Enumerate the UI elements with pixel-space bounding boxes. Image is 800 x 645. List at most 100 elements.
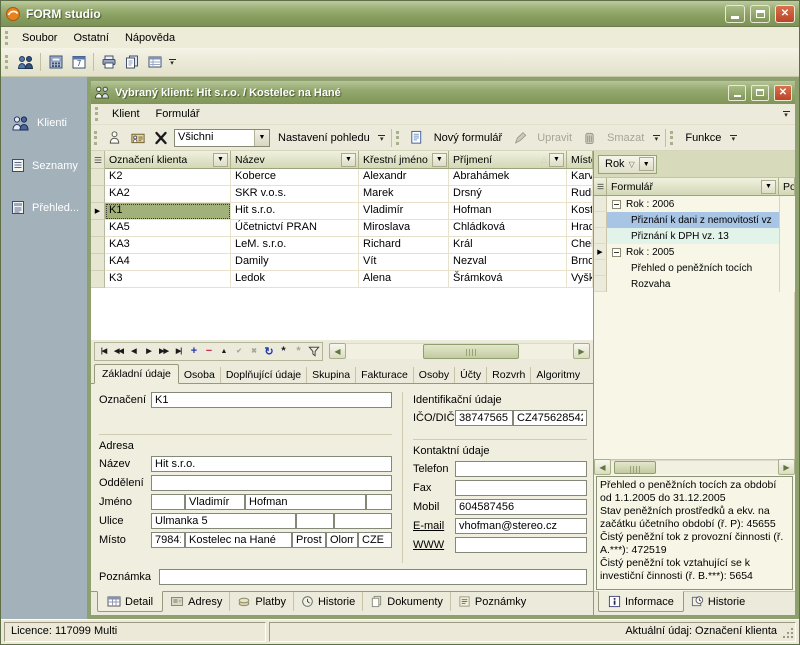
misto-field[interactable] [185,532,292,548]
tab-platby[interactable]: Platby [230,592,294,611]
ulice-field[interactable] [151,513,296,529]
table-row[interactable]: KA5 Účetnictví PRAN Miroslava Chládková … [91,220,593,237]
maximize-button[interactable] [750,5,770,23]
tab-historie-panel[interactable]: Historie [684,592,752,611]
dic-field[interactable] [513,410,587,426]
menubar-overflow-icon[interactable]: ▾ [780,104,792,124]
jmeno-field[interactable] [185,494,245,510]
scroll-left-icon[interactable]: ◀ [329,343,346,359]
tree-item-row-selected[interactable]: Přiznání k dani z nemovitostí vz [594,212,795,228]
stat-field[interactable] [358,532,392,548]
menu-napoveda[interactable]: Nápověda [117,29,183,47]
table-row[interactable]: KA3 LeM. s.r.o. Richard Král Cheb [91,237,593,254]
filter-funnel-icon[interactable] [306,343,321,359]
list-icon[interactable] [143,51,166,74]
toolbar-grip[interactable] [670,131,675,145]
menu-soubor[interactable]: Soubor [14,29,65,47]
copy-icon[interactable] [120,51,143,74]
nav-delete-icon[interactable]: − [201,343,216,359]
tab-algoritmy[interactable]: Algoritmy [531,367,585,383]
tab-historie[interactable]: Historie [294,592,363,611]
calculator-icon[interactable] [44,51,67,74]
okres-field[interactable] [292,532,326,548]
tab-zakladni-udaje[interactable]: Základní údaje [94,364,179,384]
new-form-icon[interactable] [405,126,428,149]
email-link-label[interactable]: E-mail [413,520,455,532]
psc-field[interactable] [151,532,185,548]
person-icon[interactable] [103,126,126,149]
toolbar-overflow-icon[interactable]: ▾ [650,128,662,148]
print-icon[interactable] [97,51,120,74]
nav-next-page-icon[interactable]: ▶▶ [156,343,171,359]
nav-first-icon[interactable]: |◀ [96,343,111,359]
resize-grip[interactable] [783,628,795,640]
table-row-selected[interactable]: ▶ K1 Hit s.r.o. Vladimír Hofman Kost [91,203,593,220]
tree-item-row[interactable]: Přiznání k DPH vz. 13 [594,228,795,244]
scroll-left-icon[interactable]: ◀ [594,459,611,475]
table-row[interactable]: KA4 Damily Vít Nezval Brno [91,254,593,271]
tab-fakturace[interactable]: Fakturace [356,367,414,383]
menubar-grip[interactable] [95,107,100,121]
grid-corner-icon[interactable] [594,178,607,196]
child-minimize-button[interactable] [728,85,746,101]
toolbar-overflow-icon[interactable]: ▾ [166,52,178,72]
www-link-label[interactable]: WWW [413,539,455,551]
edit-button[interactable]: Upravit [531,130,578,146]
close-button[interactable]: ✕ [775,5,795,23]
grid-horizontal-scrollbar[interactable]: ◀ ▶ [329,343,590,359]
clients-icon[interactable] [14,51,37,74]
email-field[interactable] [455,518,587,534]
nav-edit-icon[interactable]: ▲ [216,343,231,359]
table-row[interactable]: K3 Ledok Alena Šrámková Vyšk [91,271,593,288]
tab-informace[interactable]: Informace [598,591,684,612]
scroll-thumb[interactable] [614,461,656,474]
filter-arrow-icon[interactable]: ▼ [341,153,356,167]
cp-field[interactable] [296,513,334,529]
tab-poznamky[interactable]: Poznámky [451,592,533,611]
nav-next-icon[interactable]: ▶ [141,343,156,359]
nav-prev-icon[interactable]: ◀ [126,343,141,359]
nav-prev-page-icon[interactable]: ◀◀ [111,343,126,359]
toolbar-overflow-icon[interactable]: ▾ [376,128,388,148]
telefon-field[interactable] [455,461,587,477]
nazev-field[interactable] [151,456,392,472]
tab-osoby[interactable]: Osoby [414,367,455,383]
nav-cancel-icon[interactable]: ✖ [246,343,261,359]
tab-skupina[interactable]: Skupina [307,367,356,383]
child-maximize-button[interactable] [751,85,769,101]
mobil-field[interactable] [455,499,587,515]
sidebar-item-klienti[interactable]: Klienti [11,115,87,131]
scroll-right-icon[interactable]: ▶ [778,459,795,475]
table-row[interactable]: KA2 SKR v.o.s. Marek Drsný Rudn [91,186,593,203]
nav-refresh-icon[interactable]: ↻ [261,343,276,359]
child-close-button[interactable]: ✕ [774,85,792,101]
scroll-right-icon[interactable]: ▶ [573,343,590,359]
tab-osoba[interactable]: Osoba [179,367,221,383]
delete-button[interactable]: Smazat [601,130,650,146]
poznamka-field[interactable] [159,569,587,585]
tree-group-row[interactable]: ▶ Rok : 2005 [594,244,795,260]
collapse-icon[interactable] [612,200,621,209]
group-by-rok-button[interactable]: Rok ▽ ▼ [598,155,657,174]
prijmeni-field[interactable] [245,494,366,510]
chevron-down-icon[interactable]: ▼ [254,130,269,146]
titul-field[interactable] [151,494,185,510]
filter-arrow-icon[interactable]: ▼ [213,153,228,167]
sidebar-item-seznamy[interactable]: Seznamy [11,158,87,173]
nav-bookmark-icon[interactable]: * [276,343,291,359]
toolbar-grip[interactable] [396,131,401,145]
menubar-grip[interactable] [5,31,10,45]
tab-rozvrh[interactable]: Rozvrh [487,367,531,383]
filter-arrow-icon[interactable]: ▼ [432,153,447,167]
nav-goto-bookmark-icon[interactable]: * [291,343,306,359]
toolbar-grip[interactable] [5,55,10,69]
filter-arrow-icon[interactable]: ▼ [761,180,776,194]
toolbar-overflow-icon[interactable]: ▾ [727,128,739,148]
tree-item-row[interactable]: Přehled o peněžních tocích [594,260,795,276]
menu-klient[interactable]: Klient [104,105,148,123]
sidebar-item-prehled[interactable]: Přehled... [11,200,87,215]
oznaceni-field[interactable] [151,392,392,408]
view-settings-button[interactable]: Nastavení pohledu [272,130,376,146]
tab-dokumenty[interactable]: Dokumenty [363,592,451,611]
functions-button[interactable]: Funkce [679,130,727,146]
